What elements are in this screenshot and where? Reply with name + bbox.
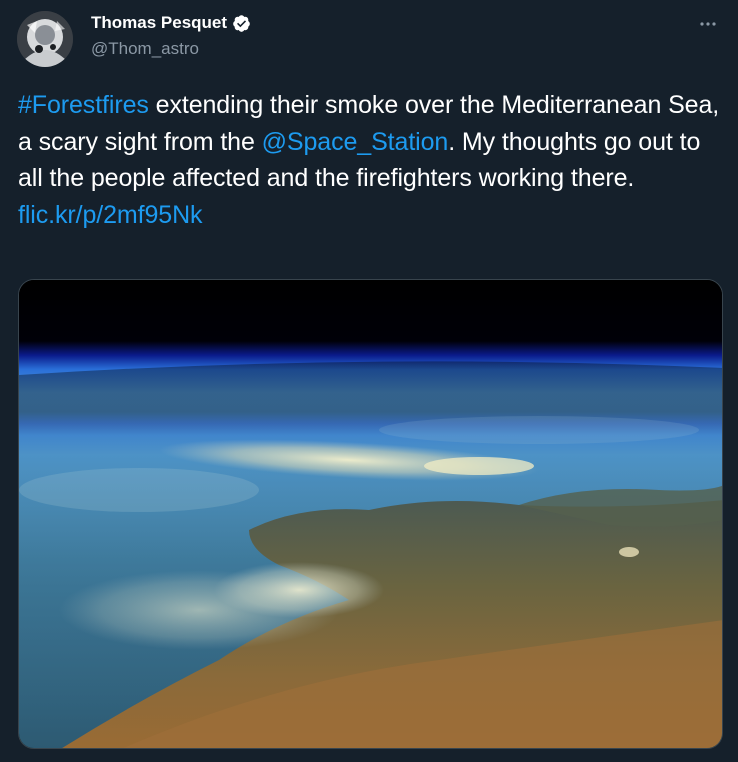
more-options-button[interactable] (694, 12, 722, 36)
tweet-photo[interactable] (18, 279, 723, 749)
hashtag-link[interactable]: #Forestfires (18, 91, 149, 119)
tweet-card: Thomas Pesquet @Thom_astro #Forestfires … (0, 0, 738, 762)
tweet-text: #Forestfires extending their smoke over … (18, 87, 723, 233)
author-handle[interactable]: @Thom_astro (91, 39, 199, 59)
mention-link[interactable]: @Space_Station (262, 128, 449, 156)
earth-from-space-photo (19, 280, 722, 748)
avatar-image (17, 11, 73, 67)
external-link[interactable]: flic.kr/p/2mf95Nk (18, 201, 203, 229)
verified-badge-icon (233, 14, 250, 32)
avatar[interactable] (17, 11, 73, 67)
more-options-icon (700, 22, 716, 26)
author-name-row: Thomas Pesquet (91, 13, 251, 33)
author-display-name[interactable]: Thomas Pesquet (91, 13, 227, 33)
